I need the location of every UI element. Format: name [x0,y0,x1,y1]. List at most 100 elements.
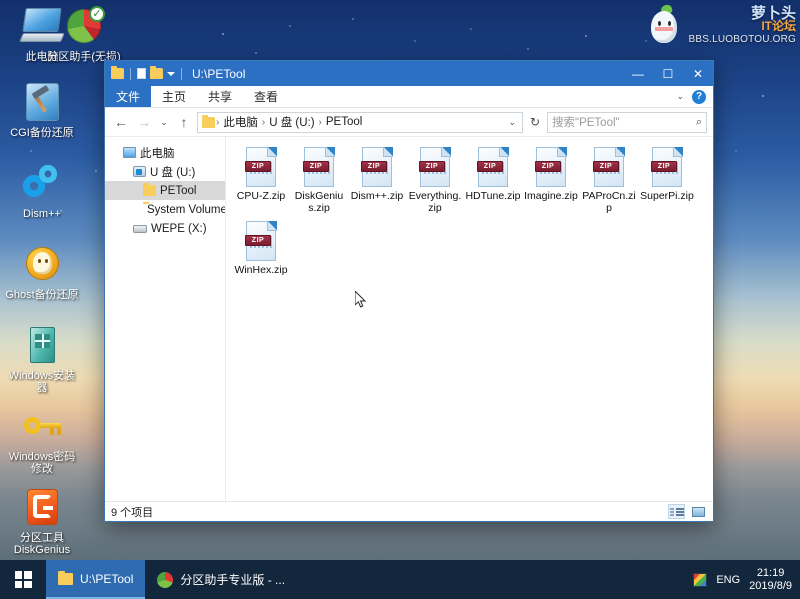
start-button[interactable] [0,560,46,599]
file-item[interactable]: ZIP Imagine.zip [522,143,580,217]
zip-icon: ZIP [302,147,336,189]
up-button[interactable]: ↑ [174,114,194,130]
recent-locations-button[interactable]: ⌄ [157,117,171,128]
desktop-icon-label: Windows密码修改 [8,451,76,475]
nav-item-label: U 盘 (U:) [150,166,196,179]
desktop-icon-windows-installer[interactable]: Windows安装器 [4,325,80,394]
folder-icon [143,183,156,196]
nav-item-label: WEPE (X:) [151,222,207,235]
language-label[interactable]: ENG [716,574,740,586]
mascot-icon [645,3,685,47]
nav-item-petool[interactable]: PETool [105,181,225,200]
tab-home[interactable]: 主页 [151,86,197,107]
maximize-button[interactable]: ☐ [653,61,683,86]
item-count-label: 9 个项目 [111,506,154,519]
tab-share[interactable]: 共享 [197,86,243,107]
folder-icon[interactable] [111,66,124,79]
window-titlebar[interactable]: U:\PETool — ☐ ✕ [105,61,713,86]
partition-assistant-icon: ✓ [61,6,107,48]
tab-view[interactable]: 查看 [243,86,289,107]
dropdown-caret-icon[interactable] [167,71,175,76]
usb-drive-icon [133,166,146,177]
window-controls[interactable]: — ☐ ✕ [623,61,713,86]
view-toggle-group[interactable] [668,504,707,519]
folder-icon [202,114,215,128]
zip-icon: ZIP [476,147,510,189]
diskgenius-icon [19,487,65,529]
language-indicator-icon[interactable] [693,572,708,587]
desktop-icon-diskgenius[interactable]: 分区工具DiskGenius [4,487,80,556]
breadcrumb-this-pc[interactable]: 此电脑 [220,114,261,130]
taskbar-button-label: U:\PETool [80,571,134,586]
zip-badge: ZIP [477,161,503,172]
file-item[interactable]: ZIP PAProCn.zip [580,143,638,217]
divider [181,67,182,80]
nav-item-wepe-drive[interactable]: WEPE (X:) [105,219,225,238]
navigation-pane[interactable]: 此电脑 U 盘 (U:) PETool System Volume I WEPE… [105,137,226,501]
desktop-icon-label: CGI备份还原 [10,127,74,139]
file-list-area[interactable]: ZIP CPU-Z.zip ZIP DiskGenius.zip ZIP Dis… [226,137,713,501]
close-button[interactable]: ✕ [683,61,713,86]
file-item[interactable]: ZIP WinHex.zip [232,217,290,280]
zip-badge: ZIP [303,161,329,172]
nav-item-this-pc[interactable]: 此电脑 [105,143,225,162]
document-icon[interactable] [137,68,146,79]
search-box[interactable]: 搜索"PETool" ⌕ [547,111,707,133]
details-view-icon[interactable] [668,504,685,519]
help-icon[interactable]: ? [692,89,706,104]
status-bar: 9 个项目 [105,501,713,521]
desktop-icon-label: Dism++ [23,208,61,220]
back-button[interactable]: ← [111,114,131,130]
address-bar[interactable]: › 此电脑 › U 盘 (U:) › PETool ⌄ [197,111,523,133]
breadcrumb-u-drive[interactable]: U 盘 (U:) [266,114,317,130]
divider [130,67,131,80]
file-item[interactable]: ZIP CPU-Z.zip [232,143,290,217]
file-item[interactable]: ZIP SuperPi.zip [638,143,696,217]
file-name: Imagine.zip [524,190,578,202]
desktop-icon-cgi-backup[interactable]: CGI备份还原 [4,82,80,139]
tab-file[interactable]: 文件 [105,86,152,107]
large-icons-view-icon[interactable] [690,504,707,519]
windows-installer-icon [19,325,65,367]
search-placeholder: 搜索"PETool" [552,117,620,129]
minimize-button[interactable]: — [623,61,653,86]
search-icon[interactable]: ⌕ [696,116,702,129]
mouse-cursor [355,291,367,308]
window-body: 此电脑 U 盘 (U:) PETool System Volume I WEPE… [105,136,713,501]
desktop: 此电脑 ✓ 分区助手(无损) CGI备份还原 Dism++ Ghost备份还原 … [0,0,800,599]
zip-icon: ZIP [418,147,452,189]
collapse-ribbon-icon[interactable]: ⌄ [676,91,684,102]
desktop-icon-dism-plus[interactable]: Dism++ [4,163,80,220]
file-name: Everything.zip [408,190,462,214]
file-item[interactable]: ZIP Dism++.zip [348,143,406,217]
desktop-icon-ghost-backup[interactable]: Ghost备份还原 [4,244,80,301]
nav-item-u-drive[interactable]: U 盘 (U:) [105,162,225,181]
taskbar-button-explorer[interactable]: U:\PETool [46,560,146,599]
forward-button[interactable]: → [134,114,154,130]
ghost-icon [19,244,65,286]
watermark-line1: 萝卜头 [750,4,796,22]
file-item[interactable]: ZIP HDTune.zip [464,143,522,217]
taskbar-button-label: 分区助手专业版 - ... [180,573,286,587]
folder-icon[interactable] [150,66,163,79]
taskbar-button-partition-assistant[interactable]: 分区助手专业版 - ... [145,560,297,599]
watermark-line2: IT论坛 [761,18,796,33]
zip-badge: ZIP [419,161,445,172]
refresh-button[interactable]: ↻ [526,115,544,129]
file-name: HDTune.zip [465,190,521,202]
nav-item-system-volume-information[interactable]: System Volume I [105,200,225,219]
ribbon-tabs[interactable]: 文件 主页 共享 查看 ⌄ ? [105,86,713,108]
file-grid: ZIP CPU-Z.zip ZIP DiskGenius.zip ZIP Dis… [226,137,713,280]
zip-badge: ZIP [593,161,619,172]
desktop-icon-windows-password[interactable]: Windows密码修改 [4,406,80,475]
zip-icon: ZIP [360,147,394,189]
breadcrumb-petool[interactable]: PETool [323,116,365,128]
clock[interactable]: 21:19 2019/8/9 [749,567,792,593]
file-item[interactable]: ZIP DiskGenius.zip [290,143,348,217]
desktop-icon-partition-assistant[interactable]: ✓ 分区助手(无损) [46,6,122,63]
file-name: PAProCn.zip [582,190,636,214]
file-item[interactable]: ZIP Everything.zip [406,143,464,217]
zip-icon: ZIP [534,147,568,189]
quick-access-toolbar[interactable] [111,66,184,80]
address-dropdown-icon[interactable]: ⌄ [504,117,520,128]
